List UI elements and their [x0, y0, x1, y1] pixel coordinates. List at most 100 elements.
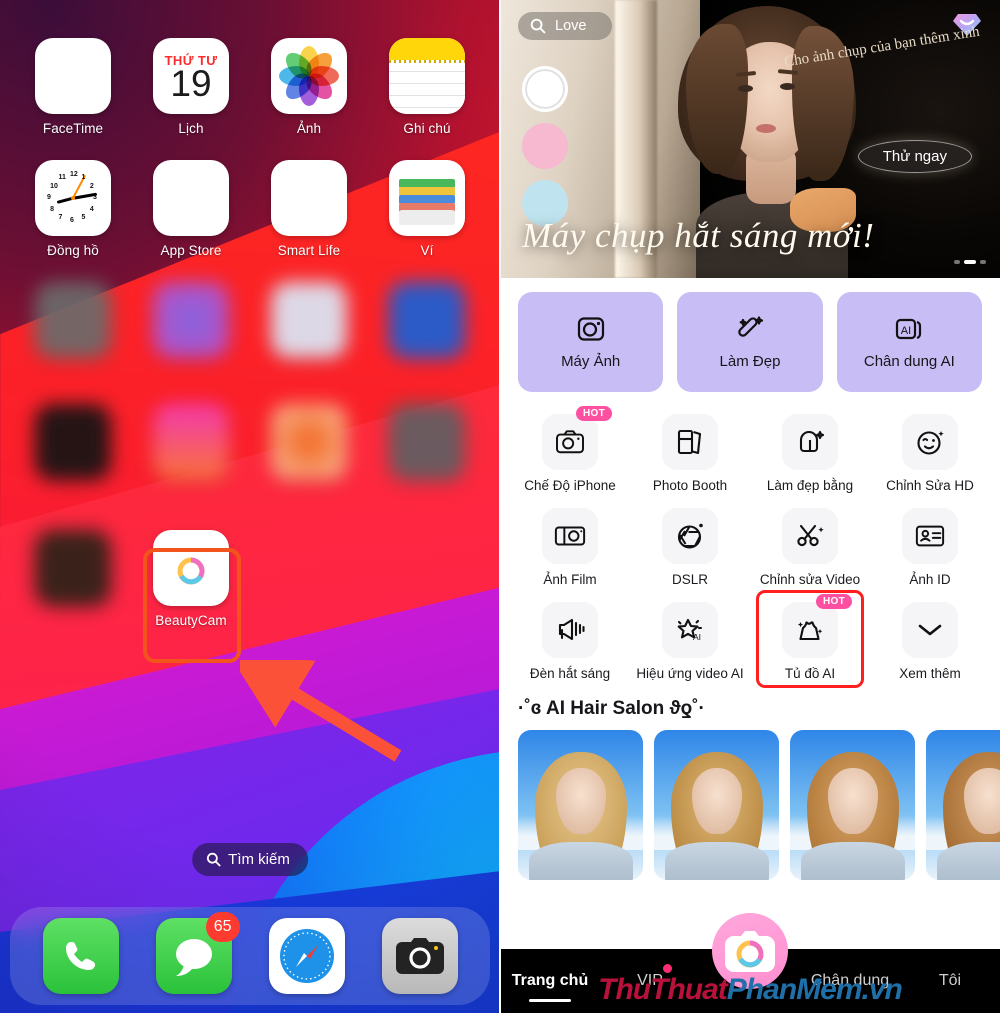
notes-icon — [389, 38, 465, 114]
hot-badge: HOT — [816, 594, 853, 609]
blurred-app[interactable]: · — [23, 404, 123, 502]
blurred-app[interactable]: · — [259, 404, 359, 502]
dock-item-camera[interactable] — [381, 918, 458, 994]
photo-booth-icon — [662, 414, 718, 470]
blurred-app[interactable]: · — [141, 404, 241, 502]
app-label: Đồng hồ — [47, 243, 99, 258]
watermark-part-1: ThuThuat — [598, 973, 728, 1006]
feature-chinh-sua-hd[interactable]: Chỉnh Sửa HD — [870, 406, 990, 494]
thumbnail[interactable] — [518, 730, 643, 880]
feature-anh-id[interactable]: Ảnh ID — [870, 500, 990, 588]
blurred-app[interactable]: · — [377, 404, 477, 502]
blurred-app[interactable]: · — [23, 282, 123, 380]
app-label: App Store — [160, 243, 222, 258]
feature-label: Photo Booth — [652, 478, 728, 493]
thumbnail[interactable] — [654, 730, 779, 880]
facetime-icon — [35, 38, 111, 114]
dress-icon: HOT — [782, 594, 853, 658]
feature-label: Chỉnh Sửa HD — [886, 478, 974, 493]
aperture-icon — [662, 508, 718, 564]
screenshot-root: FaceTime THỨ TƯ 19 Lịch Ảnh Ghi chú 1 2 … — [0, 0, 1000, 1013]
feature-label: Chỉnh sửa Video — [759, 572, 861, 587]
dock-item-messages[interactable]: 65 — [155, 912, 240, 994]
film-camera-icon — [542, 508, 598, 564]
section-title: ·˚ɞ AI Hair Salon ϑƍ˚· — [518, 698, 705, 719]
quick-action-label: Chân dung AI — [863, 353, 955, 370]
quick-action-label: Làm Đẹp — [719, 353, 781, 370]
tab-label: Trang chủ — [511, 972, 589, 989]
feature-photo-booth[interactable]: Photo Booth — [630, 406, 750, 494]
feature-hieu-ung-video-ai[interactable]: AI Hiệu ứng video AI — [630, 594, 750, 682]
app-label: Ảnh — [296, 121, 322, 136]
blurred-app[interactable]: · — [141, 282, 241, 380]
quick-action-beauty[interactable]: Làm Đẹp — [677, 292, 823, 392]
beautycam-icon — [153, 530, 229, 606]
svg-text:AI: AI — [901, 325, 911, 337]
svg-text:AI: AI — [693, 632, 701, 642]
home-search-label: Tìm kiếm — [228, 851, 290, 868]
calendar-icon: THỨ TƯ 19 — [153, 38, 229, 114]
feature-che-do-iphone[interactable]: HOT Chế Độ iPhone — [510, 406, 630, 494]
app-beautycam[interactable]: BeautyCam — [141, 530, 241, 628]
feature-grid-row: Ảnh Film DSLR Chỉnh sửa Video Ảnh ID — [510, 500, 990, 588]
blurred-app[interactable]: · — [259, 282, 359, 380]
app-wallet[interactable]: Ví — [377, 160, 477, 258]
dock-item-safari[interactable] — [268, 918, 345, 994]
quick-action-label: Máy Ảnh — [561, 353, 621, 370]
swatch-white[interactable] — [522, 66, 568, 112]
feature-den-hat-sang[interactable]: Đèn hắt sáng — [510, 594, 630, 682]
app-clock[interactable]: 1 2 3 4 5 6 7 8 9 10 11 12 Đồng hồ — [23, 160, 123, 258]
thumbnail[interactable] — [790, 730, 915, 880]
feature-label: Đèn hắt sáng — [529, 666, 611, 681]
quick-action-camera[interactable]: Máy Ảnh — [518, 292, 664, 392]
camera-icon — [381, 918, 458, 994]
ai-portrait-icon: AI — [896, 318, 922, 340]
home-row-3-blurred: · · · · — [0, 282, 500, 380]
color-swatches[interactable] — [522, 66, 568, 226]
promo-banner[interactable]: Love Cho ảnh chụp của bạn thêm xinh Thử … — [500, 0, 1000, 278]
watermark-part-2: PhanMem.vn — [726, 973, 903, 1006]
feature-label: Làm đẹp bằng — [766, 478, 854, 493]
tab-trang-chu[interactable]: Trang chủ — [500, 972, 600, 1002]
swatch-pink[interactable] — [522, 123, 568, 169]
feature-lam-dep-bang[interactable]: Làm đẹp bằng — [750, 406, 870, 494]
feature-label: Ảnh Film — [543, 572, 597, 587]
beautycam-app: Love Cho ảnh chụp của bạn thêm xinh Thử … — [500, 0, 1000, 1013]
app-facetime[interactable]: FaceTime — [23, 38, 123, 136]
blurred-app[interactable]: · — [377, 282, 477, 380]
feature-chinh-sua-video[interactable]: Chỉnh sửa Video — [750, 500, 870, 588]
app-smartlife[interactable]: Smart Life — [259, 160, 359, 258]
tab-active-underline — [529, 999, 571, 1002]
feature-grid-row: Đèn hắt sáng AI Hiệu ứng video AI HOT Tủ… — [510, 590, 990, 688]
app-label: Lịch — [178, 121, 204, 136]
banner-headline: Máy chụp hắt sáng mới! — [522, 216, 875, 255]
feature-tu-do-ai[interactable]: HOT Tủ đồ AI — [750, 590, 870, 688]
dock-item-phone[interactable] — [42, 918, 119, 994]
thumbnail[interactable] — [926, 730, 1000, 880]
ai-sparkle-icon: AI — [662, 602, 718, 658]
app-appstore[interactable]: App Store — [141, 160, 241, 258]
app-photos[interactable]: Ảnh — [259, 38, 359, 136]
search-input[interactable]: Love — [518, 12, 613, 40]
app-store-icon — [153, 160, 229, 236]
app-notes[interactable]: Ghi chú — [377, 38, 477, 136]
feature-anh-film[interactable]: Ảnh Film — [510, 500, 630, 588]
feature-grid-row: HOT Chế Độ iPhone Photo Booth Làm đẹp bằ… — [510, 406, 990, 494]
feature-dslr[interactable]: DSLR — [630, 500, 750, 588]
feature-label: Ảnh ID — [909, 572, 951, 587]
banner-cta-button[interactable]: Thử ngay — [857, 140, 972, 173]
panel-divider — [499, 0, 501, 1013]
id-card-icon — [902, 508, 958, 564]
search-icon — [206, 852, 221, 867]
feature-xem-them[interactable]: Xem thêm — [870, 594, 990, 682]
phone-icon — [42, 918, 119, 994]
search-icon — [530, 18, 546, 34]
site-watermark: ThuThuatPhanMem.vn — [598, 973, 903, 1007]
blurred-app[interactable]: · — [23, 530, 123, 628]
app-calendar[interactable]: THỨ TƯ 19 Lịch — [141, 38, 241, 136]
home-search-button[interactable]: Tìm kiếm — [192, 843, 308, 876]
tab-toi[interactable]: Tôi — [900, 972, 1000, 990]
quick-action-ai-portrait[interactable]: AI Chân dung AI — [836, 292, 982, 392]
quick-actions-row: Máy Ảnh Làm Đẹp AI Chân dung AI — [500, 278, 1000, 398]
wink-face-icon — [902, 414, 958, 470]
